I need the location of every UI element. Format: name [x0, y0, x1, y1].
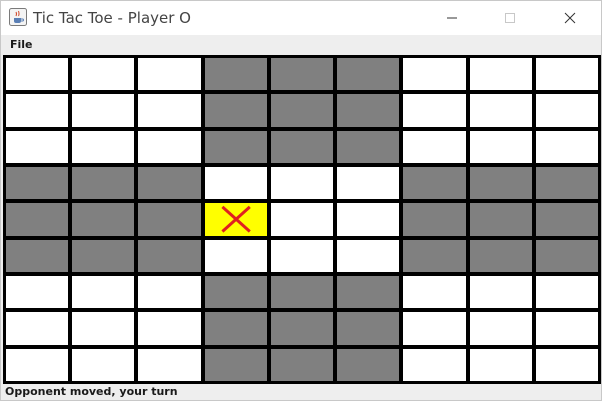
board-cell-r8-c7[interactable]: [469, 348, 532, 381]
board-cell-r3-c6[interactable]: [403, 166, 466, 200]
board-cell-r2-c4[interactable]: [270, 130, 334, 163]
board-cell-r5-c0[interactable]: [6, 239, 69, 272]
board-cell-r6-c2[interactable]: [138, 275, 201, 309]
board-cell-r7-c8[interactable]: [535, 312, 598, 345]
status-message: Opponent moved, your turn: [5, 385, 178, 398]
close-icon: [564, 9, 576, 28]
board-cell-r4-c3[interactable]: [204, 203, 267, 236]
board-cell-r0-c7[interactable]: [469, 58, 532, 91]
board-cell-r4-c2[interactable]: [138, 203, 201, 236]
board-cell-r1-c5[interactable]: [337, 94, 400, 127]
board-cell-r0-c2[interactable]: [138, 58, 201, 91]
window-title: Tic Tac Toe - Player O: [33, 9, 191, 27]
board-cell-r0-c1[interactable]: [72, 58, 135, 91]
board-cell-r8-c6[interactable]: [403, 348, 466, 381]
board-cell-r4-c6[interactable]: [403, 203, 466, 236]
game-board: [3, 55, 601, 384]
board-cell-r6-c6[interactable]: [403, 275, 466, 309]
board-cell-r3-c7[interactable]: [469, 166, 532, 200]
board-cell-r3-c1[interactable]: [72, 166, 135, 200]
board-cell-r8-c3[interactable]: [204, 348, 267, 381]
board-cell-r6-c5[interactable]: [337, 275, 400, 309]
board-cell-r4-c4[interactable]: [270, 203, 334, 236]
board-cell-r7-c7[interactable]: [469, 312, 532, 345]
board-cell-r2-c2[interactable]: [138, 130, 201, 163]
maximize-icon: [504, 9, 516, 28]
board-cell-r1-c1[interactable]: [72, 94, 135, 127]
board-cell-r1-c4[interactable]: [270, 94, 334, 127]
board-cell-r3-c4[interactable]: [270, 166, 334, 200]
board-cell-r7-c5[interactable]: [337, 312, 400, 345]
board-cell-r5-c3[interactable]: [204, 239, 267, 272]
board-cell-r3-c2[interactable]: [138, 166, 201, 200]
board-cell-r1-c7[interactable]: [469, 94, 532, 127]
board-cell-r7-c1[interactable]: [72, 312, 135, 345]
board-cell-r5-c1[interactable]: [72, 239, 135, 272]
board-cell-r6-c7[interactable]: [469, 275, 532, 309]
board-cell-r8-c8[interactable]: [535, 348, 598, 381]
status-bar: Opponent moved, your turn: [1, 384, 601, 400]
board-cell-r6-c3[interactable]: [204, 275, 267, 309]
close-button[interactable]: [547, 1, 593, 35]
title-bar[interactable]: Tic Tac Toe - Player O: [1, 1, 601, 35]
board-cell-r8-c5[interactable]: [337, 348, 400, 381]
board-cell-r4-c8[interactable]: [535, 203, 598, 236]
board-cell-r2-c7[interactable]: [469, 130, 532, 163]
java-cup-icon: [9, 8, 27, 26]
board-cell-r0-c0[interactable]: [6, 58, 69, 91]
board-cell-r5-c6[interactable]: [403, 239, 466, 272]
menu-file[interactable]: File: [10, 38, 33, 51]
board-cell-r6-c1[interactable]: [72, 275, 135, 309]
board-cell-r8-c0[interactable]: [6, 348, 69, 381]
board-cell-r3-c3[interactable]: [204, 166, 267, 200]
board-cell-r5-c8[interactable]: [535, 239, 598, 272]
minimize-icon: [446, 9, 458, 28]
board-cell-r8-c1[interactable]: [72, 348, 135, 381]
board-cell-r3-c5[interactable]: [337, 166, 400, 200]
board-cell-r2-c3[interactable]: [204, 130, 267, 163]
board-cell-r1-c3[interactable]: [204, 94, 267, 127]
board-cell-r7-c0[interactable]: [6, 312, 69, 345]
board-cell-r0-c5[interactable]: [337, 58, 400, 91]
board-cell-r7-c6[interactable]: [403, 312, 466, 345]
board-cell-r3-c8[interactable]: [535, 166, 598, 200]
x-mark-icon: [205, 203, 267, 235]
board-cell-r6-c4[interactable]: [270, 275, 334, 309]
board-cell-r4-c5[interactable]: [337, 203, 400, 236]
board-cell-r0-c8[interactable]: [535, 58, 598, 91]
board-cell-r6-c8[interactable]: [535, 275, 598, 309]
board-cell-r5-c5[interactable]: [337, 239, 400, 272]
board-cell-r2-c8[interactable]: [535, 130, 598, 163]
board-cell-r0-c6[interactable]: [403, 58, 466, 91]
board-cell-r5-c2[interactable]: [138, 239, 201, 272]
maximize-button[interactable]: [487, 1, 533, 35]
menu-bar: File: [1, 35, 601, 55]
board-cell-r5-c4[interactable]: [270, 239, 334, 272]
board-cell-r7-c3[interactable]: [204, 312, 267, 345]
board-cell-r4-c1[interactable]: [72, 203, 135, 236]
board-cell-r2-c5[interactable]: [337, 130, 400, 163]
board-cell-r3-c0[interactable]: [6, 166, 69, 200]
board-cell-r2-c0[interactable]: [6, 130, 69, 163]
board-cell-r1-c8[interactable]: [535, 94, 598, 127]
board-cell-r8-c4[interactable]: [270, 348, 334, 381]
board-cell-r4-c7[interactable]: [469, 203, 532, 236]
board-cell-r7-c4[interactable]: [270, 312, 334, 345]
minimize-button[interactable]: [429, 1, 475, 35]
board-cell-r1-c2[interactable]: [138, 94, 201, 127]
board-cell-r7-c2[interactable]: [138, 312, 201, 345]
board-cell-r6-c0[interactable]: [6, 275, 69, 309]
board-cell-r5-c7[interactable]: [469, 239, 532, 272]
board-cell-r0-c4[interactable]: [270, 58, 334, 91]
board-cell-r1-c0[interactable]: [6, 94, 69, 127]
board-cell-r0-c3[interactable]: [204, 58, 267, 91]
board-cell-r2-c1[interactable]: [72, 130, 135, 163]
board-cell-r8-c2[interactable]: [138, 348, 201, 381]
board-cell-r4-c0[interactable]: [6, 203, 69, 236]
board-cell-r2-c6[interactable]: [403, 130, 466, 163]
board-cell-r1-c6[interactable]: [403, 94, 466, 127]
app-window: Tic Tac Toe - Player O File Opponent mov…: [0, 0, 602, 401]
